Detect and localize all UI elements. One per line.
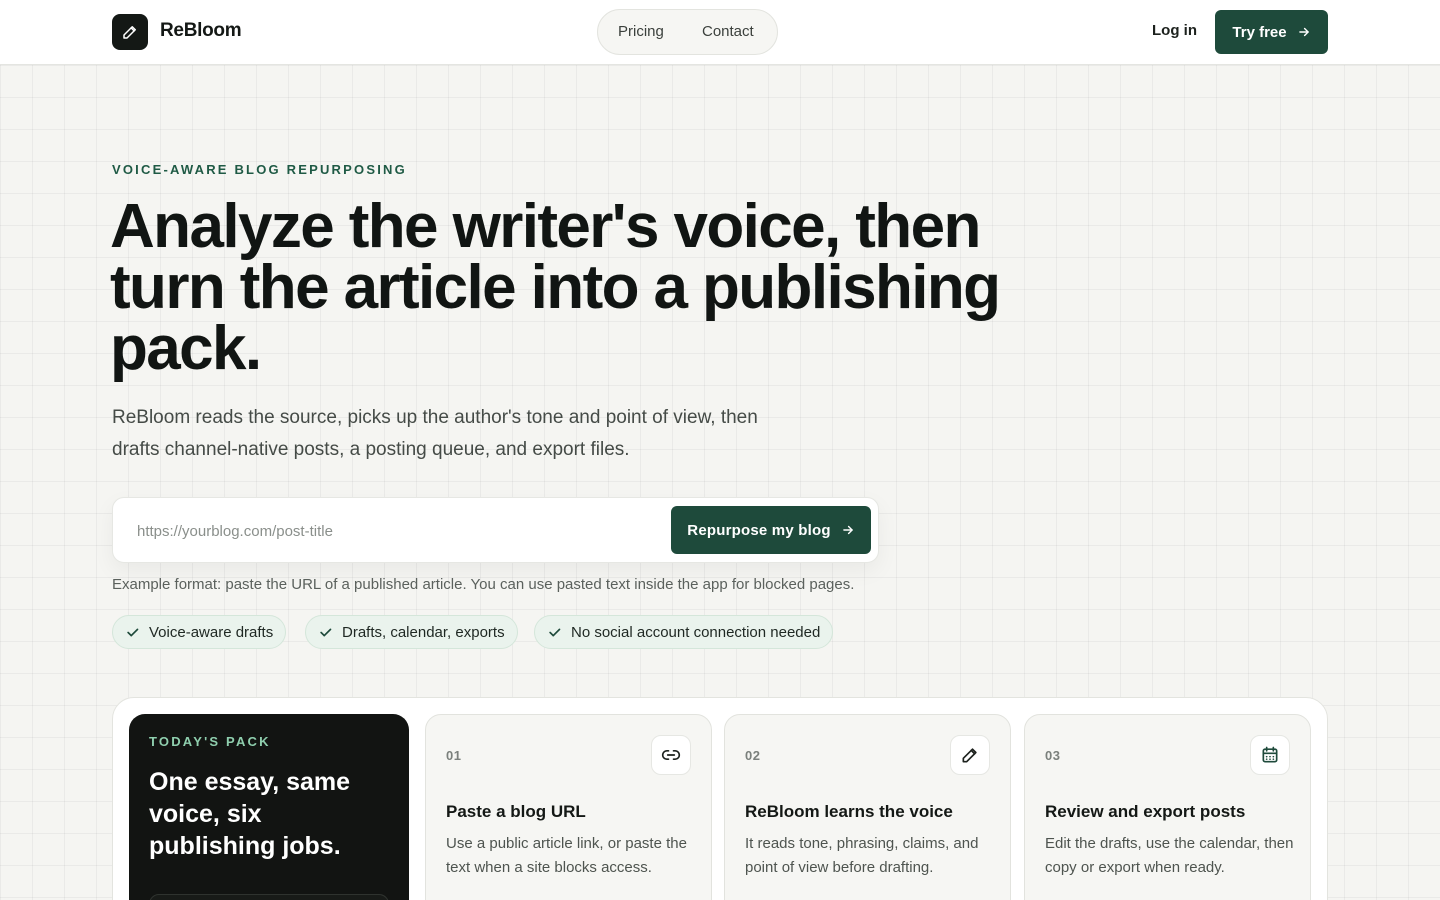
feature-chip: Voice-aware drafts: [112, 615, 287, 649]
try-free-label: Try free: [1232, 23, 1287, 41]
step-icon-tile: [651, 735, 691, 775]
feature-chip-label: Drafts, calendar, exports: [342, 623, 505, 641]
check-icon: [127, 628, 139, 636]
step-icon-tile: [950, 735, 990, 775]
feature-chip-label: No social account connection needed: [571, 623, 821, 641]
step-card: 02 ReBloom learns the voice It reads ton…: [724, 714, 1011, 900]
calendar-icon: [1262, 746, 1278, 763]
todays-pack-title: One essay, same voice, six publishing jo…: [149, 768, 351, 860]
feature-chip-label: Voice-aware drafts: [149, 623, 274, 641]
step-card: 01 Paste a blog URL Use a public article…: [425, 714, 712, 900]
hero-subtext: ReBloom reads the source, picks up the a…: [112, 407, 758, 460]
pen-icon: [962, 748, 977, 763]
check-icon: [549, 628, 561, 636]
try-free-button[interactable]: Try free: [1215, 10, 1328, 54]
nav-link-pricing[interactable]: Pricing: [618, 23, 664, 40]
brand-name[interactable]: ReBloom: [160, 20, 242, 42]
todays-pack-inner-box: [149, 894, 389, 900]
logo-mark[interactable]: [112, 14, 148, 50]
step-number: 02: [745, 748, 761, 763]
nav-links: Pricing Contact: [597, 9, 778, 55]
hero-eyebrow: VOICE-AWARE BLOG REPURPOSING: [112, 162, 407, 177]
pen-icon: [123, 26, 136, 39]
todays-pack-eyebrow: TODAY'S PACK: [149, 734, 271, 749]
todays-pack-card: TODAY'S PACK One essay, same voice, six …: [129, 714, 409, 900]
arrow-right-icon: [1298, 27, 1309, 37]
step-card: 03 Review and export posts Edit the draf…: [1024, 714, 1311, 900]
repurpose-label: Repurpose my blog: [687, 521, 831, 539]
step-description: Edit the drafts, use the calendar, then …: [1045, 835, 1294, 876]
link-icon: [661, 750, 681, 760]
login-link[interactable]: Log in: [1152, 22, 1197, 39]
step-icon-tile: [1250, 735, 1290, 775]
url-hint: Example format: paste the URL of a publi…: [112, 576, 855, 593]
hero-headline: Analyze the writer's voice, then turn th…: [110, 192, 1001, 383]
step-description: Use a public article link, or paste the …: [446, 835, 687, 876]
step-number: 01: [446, 748, 462, 763]
url-form: Repurpose my blog: [112, 497, 879, 563]
top-nav: ReBloom Pricing Contact Log in Try free: [0, 0, 1440, 65]
nav-link-contact[interactable]: Contact: [702, 23, 754, 40]
check-icon: [320, 628, 332, 636]
step-title: ReBloom learns the voice: [745, 802, 953, 821]
feature-chip: No social account connection needed: [534, 615, 834, 649]
step-title: Paste a blog URL: [446, 802, 586, 821]
feature-chip: Drafts, calendar, exports: [305, 615, 518, 649]
blog-url-input[interactable]: [137, 520, 657, 542]
landing-page: ReBloom Pricing Contact Log in Try free …: [0, 0, 1440, 900]
step-title: Review and export posts: [1045, 802, 1246, 821]
repurpose-button[interactable]: Repurpose my blog: [671, 506, 871, 554]
step-description: It reads tone, phrasing, claims, and poi…: [745, 835, 979, 876]
step-number: 03: [1045, 748, 1061, 763]
arrow-right-icon: [842, 525, 853, 535]
